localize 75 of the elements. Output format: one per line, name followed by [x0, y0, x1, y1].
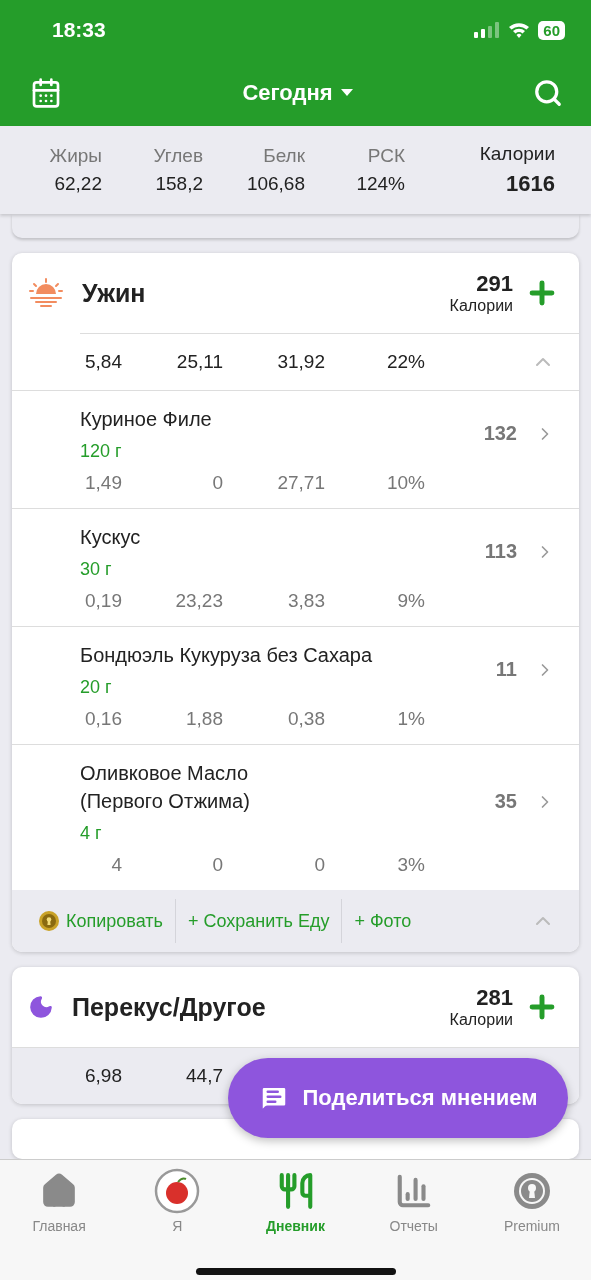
food-calories: 113: [484, 540, 517, 563]
food-nutrient: 1,49: [84, 472, 122, 494]
tab[interactable]: Я: [118, 1168, 237, 1234]
food-nutrient: 27,71: [276, 472, 325, 494]
food-nutrient: 3,83: [287, 590, 325, 612]
meal-total: 44,7: [185, 1065, 223, 1087]
meal-calories: 281: [476, 985, 513, 1011]
food-calories: 132: [483, 422, 517, 445]
summary-label: РСК: [367, 145, 405, 167]
food-nutrient: 0: [313, 854, 325, 876]
meal-total: 25,11: [175, 351, 223, 373]
food-amount: 30 г: [80, 559, 113, 580]
signal-icon: [474, 22, 501, 38]
tab[interactable]: Отчеты: [354, 1168, 473, 1234]
food-name: Кускус: [80, 525, 142, 550]
search-icon[interactable]: [533, 78, 563, 108]
moon-icon: [28, 994, 54, 1020]
tab[interactable]: Дневник: [236, 1168, 355, 1234]
food-name: Куриное Филе: [80, 407, 213, 432]
calories-label: Калории: [449, 1011, 513, 1029]
meal-total: 6,98: [84, 1065, 122, 1087]
summary-value: 1616: [506, 171, 555, 197]
meal-total: 5,84: [84, 351, 122, 373]
food-nutrient: 23,23: [174, 590, 223, 612]
summary-label: Белк: [263, 145, 305, 167]
food-row[interactable]: Бондюэль Кукуруза без Сахара 20 г 11 0,16 1,88 0,38 1%: [12, 626, 579, 744]
food-row[interactable]: Куриное Филе 120 г 132 1,49 0 27,71 10%: [12, 390, 579, 508]
tab[interactable]: Главная: [0, 1168, 119, 1234]
keyhole-badge-icon: [38, 910, 60, 932]
copy-button[interactable]: Копировать: [38, 899, 176, 943]
food-nutrient: 1,88: [185, 708, 223, 730]
food-name: Бондюэль Кукуруза без Сахара: [80, 643, 374, 668]
summary-label: Жиры: [49, 145, 102, 167]
food-nutrient: 0,16: [84, 708, 122, 730]
battery-level: 60: [538, 20, 565, 40]
status-time: 18:33: [52, 18, 106, 42]
food-amount: 120 г: [80, 441, 123, 462]
apple-avatar-icon: [154, 1168, 201, 1214]
calories-label: Калории: [449, 297, 513, 315]
feedback-button[interactable]: Поделиться мнением: [228, 1058, 568, 1138]
caret-icon: [340, 89, 353, 97]
wifi-icon: [508, 22, 531, 38]
calendar-icon[interactable]: [30, 77, 62, 109]
summary-value: 106,68: [246, 173, 305, 195]
food-calories: 35: [494, 790, 517, 813]
summary-value: 158,2: [155, 173, 203, 195]
food-nutrient: 4: [110, 854, 122, 876]
meal-title: Ужин: [82, 278, 147, 308]
date-selector[interactable]: Сегодня: [242, 80, 353, 106]
tab[interactable]: Premium: [472, 1168, 591, 1234]
food-row[interactable]: Кускус 30 г 113 0,19 23,23 3,83 9%: [12, 508, 579, 626]
food-name: Оливковое Масло (Первого Отжима): [80, 761, 251, 814]
meal-total: 22%: [385, 351, 425, 373]
summary-label: Калории: [479, 143, 555, 165]
summary-label: Углев: [153, 145, 203, 167]
food-amount: 20 г: [80, 677, 113, 698]
meal-total: 31,92: [276, 351, 325, 373]
food-nutrient: 3%: [396, 854, 425, 876]
food-nutrient: 0,38: [287, 708, 325, 730]
food-calories: 11: [495, 658, 517, 681]
food-amount: 4 г: [80, 823, 103, 844]
food-nutrient: 0,19: [84, 590, 122, 612]
keyhole-badge-icon: [511, 1171, 552, 1211]
summary-value: 124%: [356, 173, 405, 195]
food-nutrient: 1%: [396, 708, 425, 730]
food-nutrient: 10%: [385, 472, 425, 494]
food-nutrient: 0: [211, 854, 223, 876]
save-food-button[interactable]: + Сохранить Еду: [187, 899, 343, 943]
photo-button[interactable]: + Фото: [354, 899, 424, 943]
sunset-icon: [28, 277, 64, 309]
summary-value: 62,22: [54, 173, 102, 195]
meal-title: Перекус/Другое: [72, 992, 267, 1022]
food-nutrient: 0: [211, 472, 223, 494]
meal-calories: 291: [476, 271, 513, 297]
food-nutrient: 9%: [396, 590, 425, 612]
